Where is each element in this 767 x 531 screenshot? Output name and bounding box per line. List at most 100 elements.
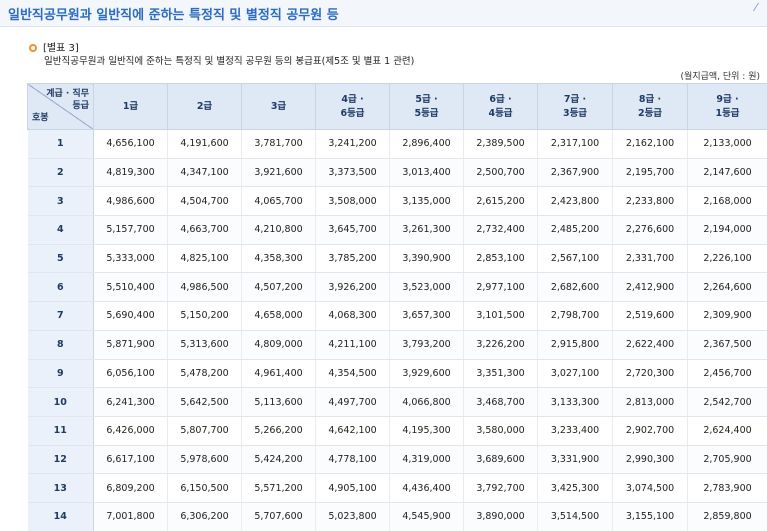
salary-cell: 2,456,700 [687, 359, 767, 389]
salary-cell: 3,074,500 [612, 473, 688, 503]
step-cell: 1 [27, 129, 94, 159]
salary-cell: 5,871,900 [93, 330, 168, 360]
column-header: 3급 [241, 83, 316, 130]
salary-cell: 6,150,500 [167, 473, 242, 503]
salary-cell: 4,436,400 [389, 473, 464, 503]
table-row: 12 6,617,100 5,978,600 5,424,200 4,778,100 4,… [27, 445, 767, 475]
unit-note: (월지급액, 단위 : 원) [680, 72, 760, 82]
salary-cell: 3,792,700 [463, 473, 538, 503]
salary-cell: 4,347,100 [167, 158, 242, 188]
table-row: 11 6,426,000 5,807,700 5,266,200 4,642,100 4,… [27, 416, 767, 446]
salary-cell: 2,276,600 [612, 215, 688, 245]
salary-cell: 2,226,100 [687, 244, 767, 274]
annex-subtitle: 일반직공무원과 일반직에 준하는 특정직 및 별정직 공무원 등의 봉급표(제5… [44, 56, 415, 67]
salary-cell: 3,135,000 [389, 186, 464, 217]
salary-cell: 4,191,600 [167, 129, 242, 159]
salary-cell: 2,147,600 [687, 158, 767, 188]
corner-header-top: 계급 · 직무 등급 [46, 89, 89, 111]
salary-cell: 3,514,500 [537, 502, 613, 531]
step-cell: 3 [27, 186, 94, 217]
corner-marker-icon: ⁄ [755, 1, 757, 14]
column-header: 6급 · 4등급 [463, 83, 538, 130]
salary-cell: 5,571,200 [241, 473, 316, 503]
table-row: 2 4,819,300 4,347,100 3,921,600 3,373,500 3,0… [27, 158, 767, 188]
salary-cell: 6,056,100 [93, 359, 168, 389]
salary-cell: 5,978,600 [167, 445, 242, 475]
step-cell: 8 [27, 330, 94, 360]
salary-cell: 4,986,600 [93, 186, 168, 217]
salary-cell: 4,663,700 [167, 215, 242, 245]
table-row: 14 7,001,800 6,306,200 5,707,600 5,023,800 4,… [27, 502, 767, 531]
salary-cell: 3,508,000 [315, 186, 390, 217]
salary-cell: 2,682,600 [537, 272, 613, 303]
salary-cell: 4,905,100 [315, 473, 390, 503]
salary-cell: 3,657,300 [389, 301, 464, 331]
salary-cell: 3,793,200 [389, 330, 464, 360]
pay-table: 계급 · 직무 등급 호봉 1급 2급 3급 4급 · 6등급 5급 · 5등급 6급 · 4등급… [27, 83, 767, 531]
salary-cell: 2,990,300 [612, 445, 688, 475]
salary-cell: 3,781,700 [241, 129, 316, 159]
salary-cell: 4,507,200 [241, 272, 316, 303]
salary-cell: 3,261,300 [389, 215, 464, 245]
salary-cell: 4,068,300 [315, 301, 390, 331]
column-header: 2급 [167, 83, 242, 130]
corner-header-cell: 계급 · 직무 등급 호봉 [27, 83, 94, 130]
salary-cell: 2,853,100 [463, 244, 538, 274]
salary-cell: 5,266,200 [241, 416, 316, 446]
salary-cell: 3,890,000 [463, 502, 538, 531]
salary-cell: 4,358,300 [241, 244, 316, 274]
salary-cell: 2,367,900 [537, 158, 613, 188]
salary-cell: 3,331,900 [537, 445, 613, 475]
salary-cell: 2,622,400 [612, 330, 688, 360]
salary-cell: 7,001,800 [93, 502, 168, 531]
salary-cell: 2,783,900 [687, 473, 767, 503]
table-row: 1 4,656,100 4,191,600 3,781,700 3,241,200 2,8… [27, 129, 767, 159]
salary-cell: 3,929,600 [389, 359, 464, 389]
circle-bullet-icon [29, 44, 37, 52]
salary-cell: 3,226,200 [463, 330, 538, 360]
salary-cell: 6,306,200 [167, 502, 242, 531]
table-header-row: 계급 · 직무 등급 호봉 1급 2급 3급 4급 · 6등급 5급 · 5등급 6급 · 4등급… [27, 83, 767, 130]
salary-cell: 2,367,500 [687, 330, 767, 360]
salary-cell: 3,523,000 [389, 272, 464, 303]
step-cell: 9 [27, 359, 94, 389]
salary-cell: 3,351,300 [463, 359, 538, 389]
salary-cell: 2,168,000 [687, 186, 767, 217]
salary-cell: 4,497,700 [315, 387, 390, 417]
salary-cell: 2,915,800 [537, 330, 613, 360]
salary-cell: 3,425,300 [537, 473, 613, 503]
salary-cell: 2,567,100 [537, 244, 613, 274]
salary-cell: 3,645,700 [315, 215, 390, 245]
salary-cell: 3,373,500 [315, 158, 390, 188]
salary-cell: 5,333,000 [93, 244, 168, 274]
title-bar: 일반직공무원과 일반직에 준하는 특정직 및 별정직 공무원 등 ⁄ [0, 0, 767, 27]
salary-cell: 2,195,700 [612, 158, 688, 188]
salary-cell: 5,478,200 [167, 359, 242, 389]
salary-cell: 4,195,300 [389, 416, 464, 446]
salary-cell: 2,798,700 [537, 301, 613, 331]
step-cell: 13 [27, 473, 94, 503]
page-title: 일반직공무원과 일반직에 준하는 특정직 및 별정직 공무원 등 [8, 8, 339, 23]
table-row: 7 5,690,400 5,150,200 4,658,000 4,068,300 3,6… [27, 301, 767, 331]
step-cell: 10 [27, 387, 94, 417]
salary-cell: 4,961,400 [241, 359, 316, 389]
salary-cell: 4,658,000 [241, 301, 316, 331]
table-row: 3 4,986,600 4,504,700 4,065,700 3,508,000 3,1… [27, 186, 767, 217]
salary-cell: 4,809,000 [241, 330, 316, 360]
salary-cell: 6,241,300 [93, 387, 168, 417]
salary-cell: 2,331,700 [612, 244, 688, 274]
salary-cell: 2,317,100 [537, 129, 613, 159]
salary-cell: 4,319,000 [389, 445, 464, 475]
salary-cell: 6,617,100 [93, 445, 168, 475]
salary-cell: 4,354,500 [315, 359, 390, 389]
salary-cell: 4,825,100 [167, 244, 242, 274]
salary-cell: 3,233,400 [537, 416, 613, 446]
table-row: 8 5,871,900 5,313,600 4,809,000 4,211,100 3,7… [27, 330, 767, 360]
column-header: 8급 · 2등급 [612, 83, 688, 130]
salary-cell: 4,656,100 [93, 129, 168, 159]
salary-cell: 5,510,400 [93, 272, 168, 303]
salary-cell: 4,778,100 [315, 445, 390, 475]
step-cell: 2 [27, 158, 94, 188]
salary-cell: 4,066,800 [389, 387, 464, 417]
corner-header-bottom: 호봉 [32, 113, 49, 123]
